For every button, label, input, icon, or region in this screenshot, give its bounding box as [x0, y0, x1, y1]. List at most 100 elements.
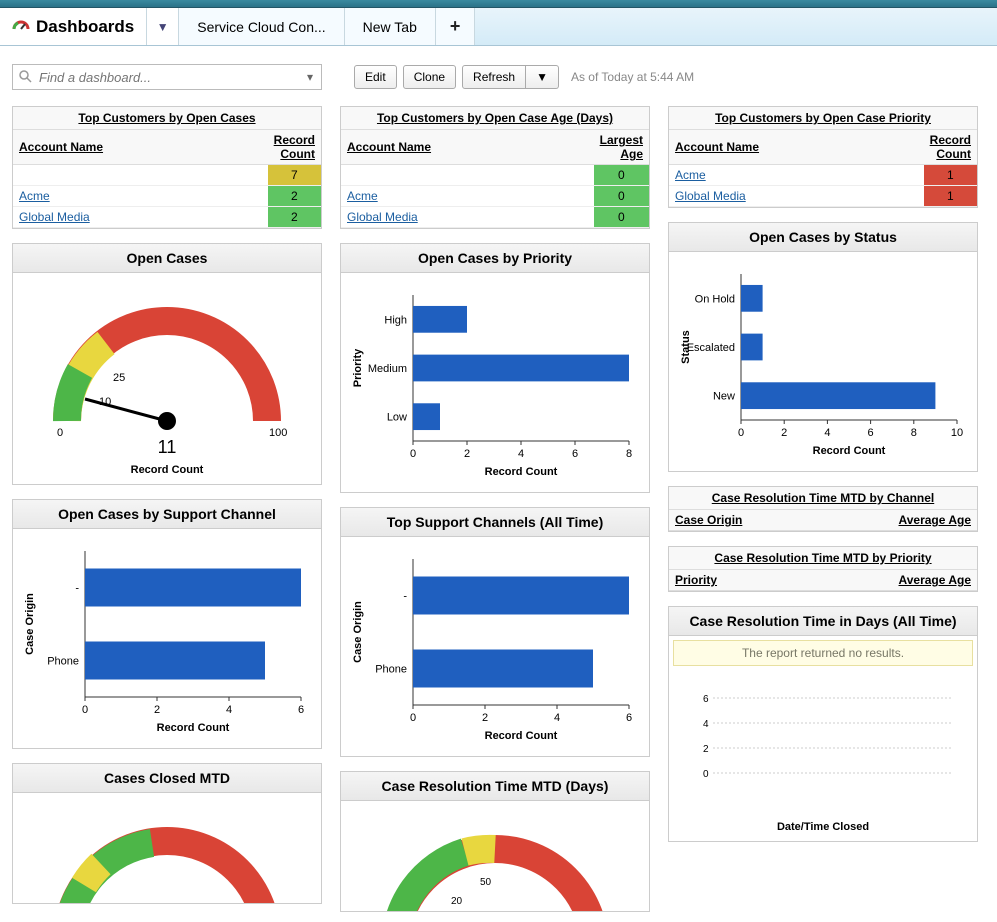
widget-res-mtd-priority: Case Resolution Time MTD by Priority Pri…: [668, 546, 978, 592]
tab-new-tab[interactable]: New Tab: [345, 8, 436, 45]
widget-res-all-time: Case Resolution Time in Days (All Time) …: [668, 606, 978, 842]
dashboards-label: Dashboards: [36, 17, 134, 37]
svg-text:25: 25: [113, 372, 125, 384]
dashboards-dropdown[interactable]: ▼: [147, 8, 179, 45]
widget-open-by-priority: Open Cases by Priority HighMediumLow0246…: [340, 243, 650, 493]
svg-text:New: New: [713, 391, 735, 403]
svg-text:0: 0: [410, 712, 416, 724]
account-link[interactable]: Global Media: [13, 207, 268, 228]
svg-text:6: 6: [868, 427, 874, 439]
widget-top-priority: Top Customers by Open Case Priority Acco…: [668, 106, 978, 208]
account-link[interactable]: Acme: [669, 165, 924, 186]
widget-open-cases-gauge: Open Cases 0 100 25 10 11 Record C: [12, 243, 322, 485]
svg-text:6: 6: [703, 694, 709, 705]
svg-text:2: 2: [464, 448, 470, 460]
svg-text:Case Origin: Case Origin: [24, 593, 36, 655]
widget-cases-closed-mtd: Cases Closed MTD: [12, 763, 322, 904]
window-top-bar: [0, 0, 997, 8]
svg-text:0: 0: [57, 427, 63, 439]
count-badge: 0: [594, 165, 649, 186]
widget-top-age: Top Customers by Open Case Age (Days) Ac…: [340, 106, 650, 229]
widget-res-mtd-channel: Case Resolution Time MTD by Channel Case…: [668, 486, 978, 532]
svg-text:6: 6: [626, 712, 632, 724]
widget-res-time-mtd-days: Case Resolution Time MTD (Days) 50 20: [340, 771, 650, 912]
table-row: Global Media0: [341, 207, 649, 228]
count-badge: 0: [594, 207, 649, 228]
svg-text:Record Count: Record Count: [157, 722, 230, 734]
account-link: [13, 165, 268, 186]
svg-text:8: 8: [911, 427, 917, 439]
table-row: 7: [13, 165, 321, 186]
tab-row: Dashboards ▼ Service Cloud Con... New Ta…: [0, 8, 997, 46]
dashboards-tab[interactable]: Dashboards: [0, 8, 147, 45]
search-icon: [18, 69, 32, 83]
refresh-timestamp: As of Today at 5:44 AM: [571, 70, 694, 84]
empty-results-message: The report returned no results.: [673, 640, 973, 666]
table-row: Global Media1: [669, 186, 977, 207]
svg-text:-: -: [75, 583, 79, 595]
count-badge: 1: [924, 165, 977, 186]
svg-text:2: 2: [703, 744, 709, 755]
svg-text:4: 4: [824, 427, 830, 439]
svg-text:6: 6: [298, 704, 304, 716]
svg-text:Record Count: Record Count: [485, 730, 558, 742]
count-badge: 2: [268, 186, 321, 207]
svg-text:4: 4: [554, 712, 560, 724]
gauge-icon: [12, 15, 30, 38]
svg-text:-: -: [403, 591, 407, 603]
table-row: Acme2: [13, 186, 321, 207]
dashboard-search-input[interactable]: [12, 64, 322, 90]
svg-text:0: 0: [738, 427, 744, 439]
widget-top-channels: Top Support Channels (All Time) -Phone02…: [340, 507, 650, 757]
search-dropdown[interactable]: ▾: [300, 66, 320, 88]
count-badge: 0: [594, 186, 649, 207]
svg-text:0: 0: [703, 769, 709, 780]
count-badge: 2: [268, 207, 321, 228]
tab-service-cloud[interactable]: Service Cloud Con...: [179, 8, 344, 45]
account-link: [341, 165, 594, 186]
svg-text:4: 4: [703, 719, 709, 730]
svg-text:Record Count: Record Count: [813, 445, 886, 457]
svg-text:Phone: Phone: [375, 664, 407, 676]
svg-text:Case Origin: Case Origin: [352, 601, 364, 663]
toolbar: ▾ Edit Clone Refresh ▼ As of Today at 5:…: [12, 64, 987, 90]
table-row: Acme0: [341, 186, 649, 207]
widget-open-cases-by-channel: Open Cases by Support Channel -Phone0246…: [12, 499, 322, 749]
svg-text:8: 8: [626, 448, 632, 460]
svg-text:Medium: Medium: [368, 363, 407, 375]
svg-text:High: High: [384, 314, 407, 326]
svg-text:6: 6: [572, 448, 578, 460]
svg-text:10: 10: [951, 427, 963, 439]
account-link[interactable]: Global Media: [669, 186, 924, 207]
svg-text:Low: Low: [387, 412, 407, 424]
widget-open-by-status: Open Cases by Status On HoldEscalatedNew…: [668, 222, 978, 472]
account-link[interactable]: Acme: [341, 186, 594, 207]
add-tab-button[interactable]: +: [436, 8, 476, 45]
count-badge: 1: [924, 186, 977, 207]
refresh-dropdown[interactable]: ▼: [526, 65, 559, 89]
svg-text:4: 4: [226, 704, 232, 716]
account-link[interactable]: Acme: [13, 186, 268, 207]
account-link[interactable]: Global Media: [341, 207, 594, 228]
svg-text:Priority: Priority: [352, 348, 364, 387]
edit-button[interactable]: Edit: [354, 65, 397, 89]
svg-text:2: 2: [154, 704, 160, 716]
svg-text:100: 100: [269, 427, 287, 439]
svg-text:Record Count: Record Count: [485, 466, 558, 478]
svg-text:50: 50: [480, 877, 492, 888]
svg-text:Phone: Phone: [47, 656, 79, 668]
table-row: Acme1: [669, 165, 977, 186]
svg-text:4: 4: [518, 448, 524, 460]
svg-text:2: 2: [781, 427, 787, 439]
svg-text:Status: Status: [680, 330, 692, 364]
svg-text:11: 11: [158, 437, 177, 457]
svg-text:0: 0: [410, 448, 416, 460]
svg-text:On Hold: On Hold: [695, 293, 735, 305]
widget-title[interactable]: Top Customers by Open Cases: [13, 107, 321, 130]
svg-text:Escalated: Escalated: [687, 342, 735, 354]
refresh-button[interactable]: Refresh: [462, 65, 526, 89]
widget-top-open-cases: Top Customers by Open Cases Account Name…: [12, 106, 322, 229]
svg-text:20: 20: [451, 896, 463, 907]
svg-text:0: 0: [82, 704, 88, 716]
clone-button[interactable]: Clone: [403, 65, 456, 89]
